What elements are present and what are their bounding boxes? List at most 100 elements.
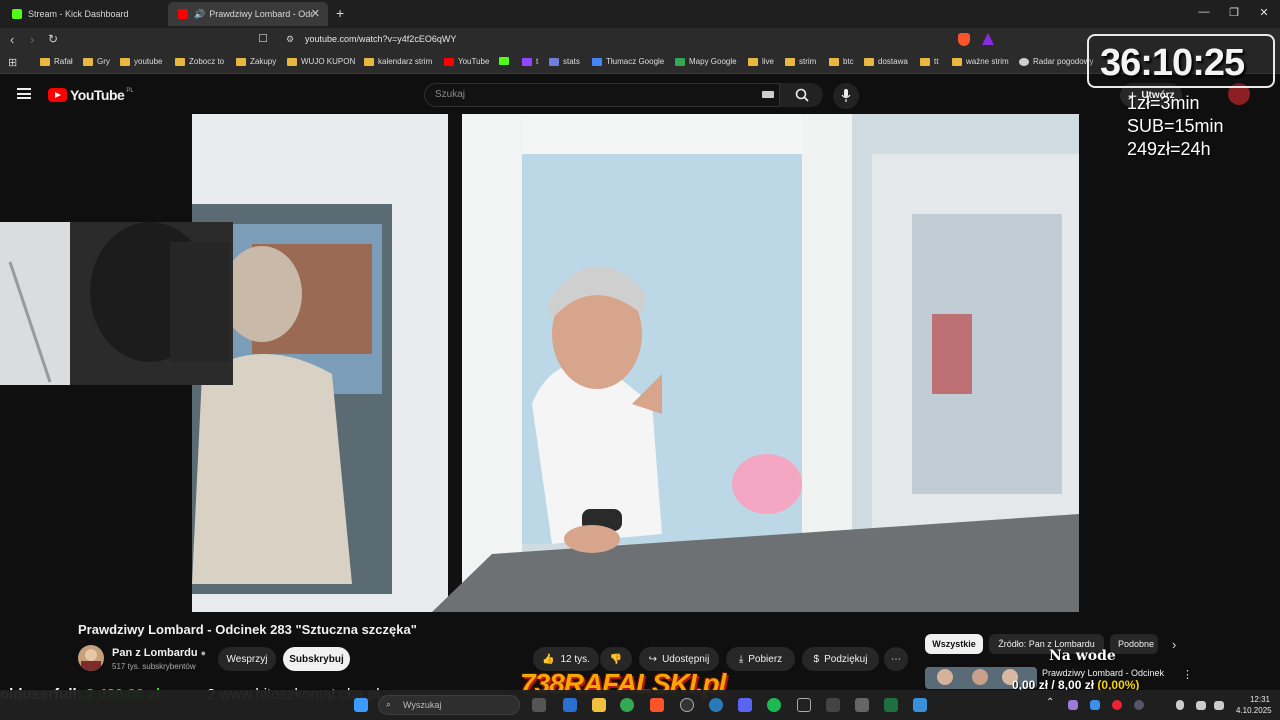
rec-more-icon[interactable]: ⋮ bbox=[1182, 668, 1193, 681]
app2-icon[interactable] bbox=[855, 698, 869, 712]
recommended-title[interactable]: Prawdziwy Lombard - Odcinek bbox=[1042, 668, 1164, 678]
taskbar-clock[interactable]: 12:31 4.10.2025 bbox=[1236, 694, 1272, 716]
maps-icon bbox=[675, 57, 685, 66]
tray-chevron-icon[interactable]: ⌃ bbox=[1046, 697, 1054, 708]
chip-all[interactable]: Wszystkie bbox=[925, 634, 983, 654]
support-button[interactable]: Wesprzyj bbox=[218, 647, 276, 671]
app-icon[interactable] bbox=[709, 698, 723, 712]
rewards-icon[interactable] bbox=[982, 33, 994, 45]
bookmark-mapy[interactable]: Mapy Google bbox=[675, 57, 737, 66]
tray-app-icon[interactable] bbox=[1112, 700, 1122, 710]
bookmark-tt[interactable]: tt bbox=[920, 57, 938, 66]
close-tab-icon[interactable]: ✕ bbox=[311, 7, 320, 20]
download-button[interactable]: ⤓ Pobierz bbox=[726, 647, 795, 671]
bookmark-youtube-folder[interactable]: youtube bbox=[120, 57, 162, 66]
new-tab-button[interactable]: + bbox=[336, 5, 344, 21]
brave-shield-icon[interactable] bbox=[958, 33, 970, 46]
chrome-icon[interactable] bbox=[620, 698, 634, 712]
tray-steam-icon[interactable] bbox=[1134, 700, 1144, 710]
search-button[interactable] bbox=[780, 83, 823, 107]
rate-line-1: 1zł=3min bbox=[1127, 93, 1200, 113]
bookmark-tlumacz[interactable]: Tłumacz Google bbox=[592, 57, 664, 66]
bookmark-kalendarz[interactable]: kalendarz strim bbox=[364, 57, 432, 66]
bookmark-t[interactable]: t bbox=[522, 57, 538, 66]
bookmark-live[interactable]: live bbox=[748, 57, 774, 66]
folder-icon bbox=[864, 57, 874, 66]
bookmark-zakupy[interactable]: Zakupy bbox=[236, 57, 276, 66]
bookmark-wujo-kupon[interactable]: WUJO KUPON bbox=[287, 57, 355, 66]
kick-icon bbox=[499, 57, 509, 65]
folder-icon bbox=[175, 57, 185, 66]
video-player[interactable] bbox=[192, 114, 1079, 612]
windows-start-icon[interactable] bbox=[354, 698, 368, 712]
url-field[interactable]: youtube.com/watch?v=y4f2cEO6qWY bbox=[305, 34, 456, 44]
bookmark-stats[interactable]: stats bbox=[549, 57, 580, 66]
youtube-logo[interactable]: YouTube PL bbox=[48, 87, 134, 103]
search-icon bbox=[795, 88, 809, 102]
channel-avatar[interactable] bbox=[78, 645, 104, 671]
bookmark-btc[interactable]: btc bbox=[829, 57, 854, 66]
file-explorer-icon[interactable] bbox=[592, 698, 606, 712]
restore-button[interactable]: ❐ bbox=[1224, 6, 1244, 19]
close-window-button[interactable]: ✕ bbox=[1254, 6, 1274, 19]
speaker-icon: 🔊 bbox=[194, 8, 206, 19]
voice-search-button[interactable] bbox=[833, 83, 859, 109]
video-frame bbox=[192, 114, 1079, 612]
notepad-icon[interactable] bbox=[913, 698, 927, 712]
obs-icon[interactable] bbox=[680, 698, 694, 712]
bookmark-zobocz[interactable]: Zobocz to bbox=[175, 57, 224, 66]
minimize-button[interactable]: — bbox=[1194, 6, 1214, 18]
reload-icon[interactable]: ↻ bbox=[48, 32, 58, 46]
excel-icon[interactable] bbox=[884, 698, 898, 712]
bookmark-gry[interactable]: Gry bbox=[83, 57, 110, 66]
bookmark-rafal[interactable]: Rafał bbox=[40, 57, 73, 66]
rate-line-3: 249zł=24h bbox=[1127, 139, 1211, 159]
bookmark-radar[interactable]: Radar pogodowy bbox=[1019, 57, 1093, 66]
forward-icon[interactable]: › bbox=[30, 32, 34, 47]
more-icon: ⋯ bbox=[891, 653, 901, 665]
verified-icon: ● bbox=[200, 648, 207, 658]
channel-avatar-image bbox=[81, 649, 101, 671]
bookmark-icon[interactable]: ☐ bbox=[258, 32, 268, 45]
widgets-icon[interactable] bbox=[563, 698, 577, 712]
chip-similar[interactable]: Podobne bbox=[1110, 634, 1158, 654]
tray-volume-icon[interactable] bbox=[1214, 701, 1224, 710]
bookmark-kick[interactable] bbox=[499, 57, 513, 65]
calculator-icon[interactable] bbox=[826, 698, 840, 712]
search-input[interactable]: Szukaj bbox=[424, 83, 780, 107]
chevron-right-icon[interactable]: › bbox=[1172, 637, 1176, 652]
folder-icon bbox=[120, 57, 130, 66]
spotify-icon[interactable] bbox=[767, 698, 781, 712]
keyboard-icon[interactable] bbox=[762, 91, 774, 98]
site-info-icon[interactable]: ⚙ bbox=[286, 34, 294, 45]
apps-icon[interactable]: ⊞ bbox=[8, 56, 17, 69]
thanks-button[interactable]: $ Podziękuj bbox=[802, 647, 879, 671]
subscribe-button[interactable]: Subskrybuj bbox=[283, 647, 350, 671]
tray-pen-icon[interactable] bbox=[1068, 700, 1078, 710]
thumbs-down-icon: 👎 bbox=[609, 653, 623, 665]
twitch-icon bbox=[522, 57, 532, 66]
back-icon[interactable]: ‹ bbox=[10, 32, 14, 47]
tray-mic-icon[interactable] bbox=[1176, 700, 1184, 710]
bookmark-wazne-strim[interactable]: ważne strim bbox=[952, 57, 1009, 66]
tab-youtube-video[interactable]: 🔊 Prawdziwy Lombard - Odcine ✕ bbox=[168, 2, 328, 26]
taskbar-search[interactable]: Wyszukaj bbox=[378, 695, 520, 715]
bookmark-strim[interactable]: strim bbox=[785, 57, 816, 66]
tray-network-icon[interactable] bbox=[1196, 701, 1206, 710]
subscriber-count: 517 tys. subskrybentów bbox=[112, 662, 196, 671]
tray-bluetooth-icon[interactable] bbox=[1090, 700, 1100, 710]
kick-icon bbox=[12, 9, 22, 19]
discord-icon[interactable] bbox=[738, 698, 752, 712]
task-view-icon[interactable] bbox=[532, 698, 546, 712]
more-actions-button[interactable]: ⋯ bbox=[884, 647, 908, 671]
bookmark-youtube[interactable]: YouTube bbox=[444, 57, 489, 66]
search-icon: ⌕ bbox=[386, 699, 392, 709]
menu-icon[interactable] bbox=[17, 88, 31, 99]
streamdeck-icon[interactable] bbox=[797, 698, 811, 712]
folder-icon bbox=[748, 57, 758, 66]
channel-name[interactable]: Pan z Lombardu ● bbox=[112, 647, 206, 659]
bookmark-dostawa[interactable]: dostawa bbox=[864, 57, 908, 66]
tab-kick-dashboard[interactable]: Stream - Kick Dashboard bbox=[2, 2, 167, 26]
brave-icon[interactable] bbox=[650, 698, 664, 712]
mic-icon bbox=[841, 89, 851, 102]
